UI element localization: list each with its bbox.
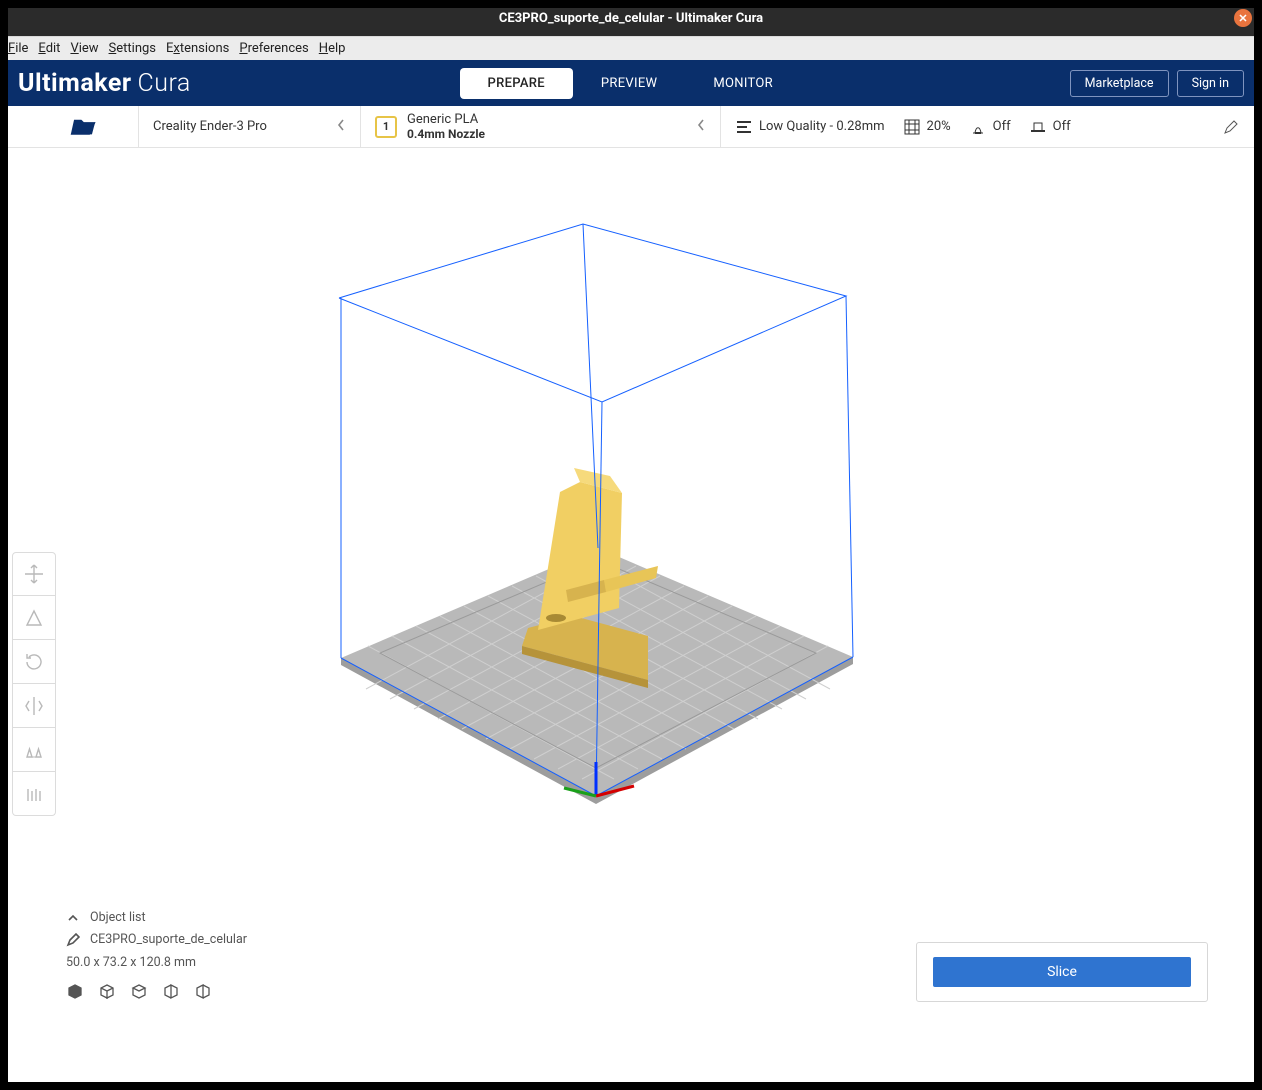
tab-monitor[interactable]: MONITOR xyxy=(685,68,801,99)
menu-view[interactable]: View xyxy=(70,41,98,56)
brand-bold: Ultimaker xyxy=(18,69,131,98)
close-window-button[interactable]: ✕ xyxy=(1234,9,1252,27)
edit-settings-icon[interactable] xyxy=(1222,118,1240,136)
signin-button[interactable]: Sign in xyxy=(1177,70,1244,97)
menu-file[interactable]: File xyxy=(8,41,28,56)
slice-panel: Slice xyxy=(916,942,1208,1002)
profile-option: Low Quality - 0.28mm xyxy=(735,118,885,136)
print-settings-panel[interactable]: Low Quality - 0.28mm 20% Off Off xyxy=(720,106,1254,147)
menu-preferences[interactable]: Preferences xyxy=(239,41,308,56)
pencil-icon xyxy=(66,933,80,947)
slice-button[interactable]: Slice xyxy=(933,957,1191,987)
adhesion-option: Off xyxy=(1029,118,1071,136)
view-3d-icon[interactable] xyxy=(66,983,84,1006)
marketplace-button[interactable]: Marketplace xyxy=(1070,70,1169,97)
app-header: Ultimaker Cura PREPARE PREVIEW MONITOR M… xyxy=(0,60,1262,106)
menu-bar: File Edit View Settings Extensions Prefe… xyxy=(0,36,1262,60)
profile-label: Low Quality - 0.28mm xyxy=(759,119,885,134)
adhesion-label: Off xyxy=(1053,119,1071,134)
object-list-item[interactable]: CE3PRO_suporte_de_celular xyxy=(66,932,247,948)
support-icon xyxy=(969,118,987,136)
material-nozzle: 0.4mm Nozzle xyxy=(407,127,485,141)
window-title: CE3PRO_suporte_de_celular - Ultimaker Cu… xyxy=(499,11,763,26)
adhesion-icon xyxy=(1029,118,1047,136)
printer-name: Creality Ender-3 Pro xyxy=(153,119,267,134)
support-option: Off xyxy=(969,118,1011,136)
material-name: Generic PLA xyxy=(407,112,485,127)
chevron-up-icon xyxy=(66,911,80,925)
app-brand: Ultimaker Cura xyxy=(18,69,191,98)
infill-label: 20% xyxy=(927,119,951,134)
scale-tool[interactable] xyxy=(12,596,56,640)
infill-option: 20% xyxy=(903,118,951,136)
menu-extensions[interactable]: Extensions xyxy=(166,41,229,56)
chevron-left-icon xyxy=(336,117,346,136)
tab-preview[interactable]: PREVIEW xyxy=(573,68,685,99)
stage-tabs: PREPARE PREVIEW MONITOR xyxy=(191,68,1070,99)
viewport-3d[interactable]: Object list CE3PRO_suporte_de_celular 50… xyxy=(8,148,1254,1082)
menu-settings[interactable]: Settings xyxy=(109,41,156,56)
stage-toolbar: Creality Ender-3 Pro 1 Generic PLA 0.4mm… xyxy=(8,106,1254,148)
tab-prepare[interactable]: PREPARE xyxy=(460,68,573,99)
view-front-icon[interactable] xyxy=(98,983,116,1006)
brand-thin: Cura xyxy=(137,69,190,98)
layers-icon xyxy=(735,118,753,136)
view-top-icon[interactable] xyxy=(130,983,148,1006)
infill-icon xyxy=(903,118,921,136)
object-dimensions: 50.0 x 73.2 x 120.8 mm xyxy=(66,955,247,971)
pencil-icon xyxy=(1222,118,1240,136)
mirror-tool[interactable] xyxy=(12,684,56,728)
support-blocker-tool[interactable] xyxy=(12,772,56,816)
left-toolbar xyxy=(12,552,56,816)
object-info-panel: Object list CE3PRO_suporte_de_celular 50… xyxy=(66,910,247,1006)
object-list-header[interactable]: Object list xyxy=(66,910,247,926)
move-tool[interactable] xyxy=(12,552,56,596)
view-right-icon[interactable] xyxy=(194,983,212,1006)
mesh-tool[interactable] xyxy=(12,728,56,772)
view-orientation-icons xyxy=(66,983,247,1006)
window-titlebar: CE3PRO_suporte_de_celular - Ultimaker Cu… xyxy=(0,0,1262,36)
open-file-button[interactable] xyxy=(56,106,110,147)
object-name: CE3PRO_suporte_de_celular xyxy=(90,932,247,948)
chevron-left-icon xyxy=(696,117,706,136)
menu-edit[interactable]: Edit xyxy=(38,41,60,56)
menu-help[interactable]: Help xyxy=(319,41,346,56)
support-label: Off xyxy=(993,119,1011,134)
material-panel[interactable]: 1 Generic PLA 0.4mm Nozzle xyxy=(360,106,720,147)
view-left-icon[interactable] xyxy=(162,983,180,1006)
object-dims-value: 50.0 x 73.2 x 120.8 mm xyxy=(66,955,196,971)
rotate-tool[interactable] xyxy=(12,640,56,684)
printer-panel[interactable]: Creality Ender-3 Pro xyxy=(138,106,360,147)
extruder-badge: 1 xyxy=(375,116,397,138)
object-list-label: Object list xyxy=(90,910,146,926)
